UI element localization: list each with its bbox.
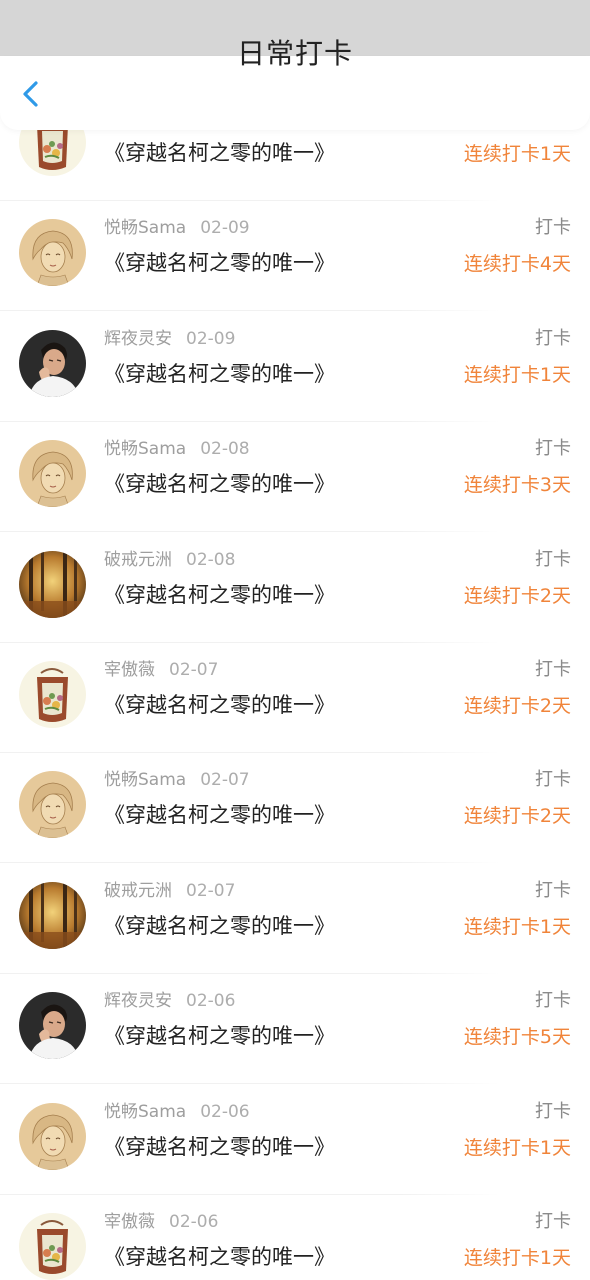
- streak-badge: 连续打卡4天: [463, 253, 571, 276]
- username[interactable]: 破戒元洲: [104, 881, 172, 901]
- avatar[interactable]: [19, 992, 86, 1060]
- checkin-date: 02-09: [186, 328, 236, 349]
- book-title[interactable]: 《穿越名柯之零的唯一》: [104, 138, 335, 168]
- entry-meta: 悦畅Sama 02-09: [104, 215, 250, 241]
- avatar[interactable]: [19, 440, 86, 508]
- book-title[interactable]: 《穿越名柯之零的唯一》: [104, 1132, 335, 1162]
- checkin-label: 打卡: [535, 659, 571, 680]
- streak-badge: 连续打卡3天: [463, 474, 571, 497]
- username[interactable]: 辉夜灵安: [104, 329, 172, 349]
- username[interactable]: 破戒元洲: [104, 550, 172, 570]
- entry-meta: 悦畅Sama 02-06: [104, 1099, 250, 1125]
- username[interactable]: 悦畅Sama: [104, 439, 186, 459]
- checkin-label: 打卡: [535, 1211, 571, 1232]
- entry-meta: 悦畅Sama 02-07: [104, 767, 250, 793]
- book-title[interactable]: 《穿越名柯之零的唯一》: [104, 359, 335, 389]
- username[interactable]: 悦畅Sama: [104, 1102, 186, 1122]
- avatar[interactable]: [19, 219, 86, 287]
- checkin-page: 日常打卡 宰傲薇02-07《穿越名柯之零的唯一》打卡连续打卡1天悦畅Sama02…: [0, 0, 590, 1280]
- streak-badge: 连续打卡1天: [463, 363, 571, 386]
- entry-meta: 宰傲薇 02-06: [104, 1209, 218, 1235]
- checkin-entry[interactable]: 辉夜灵安 02-06 《穿越名柯之零的唯一》 打卡连续打卡5天: [0, 974, 590, 1085]
- entry-meta: 辉夜灵安 02-09: [104, 326, 235, 352]
- checkin-date: 02-07: [200, 770, 250, 791]
- avatar[interactable]: [19, 550, 86, 618]
- avatar[interactable]: [19, 1102, 86, 1170]
- entry-meta: 辉夜灵安 02-06: [104, 988, 235, 1014]
- streak-badge: 连续打卡1天: [463, 915, 571, 938]
- book-title[interactable]: 《穿越名柯之零的唯一》: [104, 1021, 335, 1051]
- checkin-entry[interactable]: 悦畅Sama 02-06 《穿越名柯之零的唯一》 打卡连续打卡1天: [0, 1085, 590, 1195]
- checkin-label: 打卡: [535, 1100, 571, 1122]
- checkin-label: 打卡: [535, 548, 571, 570]
- navigation-header: 日常打卡: [0, 37, 590, 130]
- checkin-label: 打卡: [535, 879, 571, 901]
- book-title[interactable]: 《穿越名柯之零的唯一》: [104, 690, 335, 720]
- checkin-label: 打卡: [535, 438, 571, 460]
- checkin-date: 02-08: [200, 439, 250, 460]
- streak-badge: 连续打卡2天: [463, 805, 571, 828]
- checkin-date: 02-06: [200, 1101, 250, 1122]
- streak-badge: 连续打卡2天: [463, 584, 571, 607]
- checkin-entry[interactable]: 悦畅Sama 02-09 《穿越名柯之零的唯一》 打卡连续打卡4天: [0, 201, 590, 312]
- checkin-entry[interactable]: 辉夜灵安 02-09 《穿越名柯之零的唯一》 打卡连续打卡1天: [0, 312, 590, 422]
- username[interactable]: 宰傲薇: [104, 660, 155, 680]
- checkin-entry[interactable]: 悦畅Sama 02-07 《穿越名柯之零的唯一》 打卡连续打卡2天: [0, 753, 590, 864]
- book-title[interactable]: 《穿越名柯之零的唯一》: [104, 911, 335, 941]
- checkin-entry[interactable]: 宰傲薇 02-07 《穿越名柯之零的唯一》 打卡连续打卡2天: [0, 643, 590, 753]
- streak-badge: 连续打卡1天: [463, 1136, 571, 1159]
- streak-badge: 连续打卡2天: [463, 695, 571, 717]
- streak-badge: 连续打卡5天: [463, 1026, 571, 1049]
- checkin-label: 打卡: [535, 217, 571, 239]
- checkin-label: 打卡: [535, 327, 571, 349]
- streak-badge: 连续打卡1天: [463, 1247, 571, 1269]
- book-title[interactable]: 《穿越名柯之零的唯一》: [104, 1242, 335, 1272]
- avatar[interactable]: [19, 881, 86, 949]
- entry-meta: 破戒元洲 02-08: [104, 547, 235, 573]
- username[interactable]: 悦畅Sama: [104, 770, 186, 790]
- entry-meta: 悦畅Sama 02-08: [104, 436, 250, 462]
- checkin-entry[interactable]: 宰傲薇 02-06 《穿越名柯之零的唯一》 打卡连续打卡1天: [0, 1195, 590, 1280]
- checkin-date: 02-06: [169, 1212, 219, 1232]
- book-title[interactable]: 《穿越名柯之零的唯一》: [104, 580, 335, 610]
- streak-badge: 连续打卡1天: [463, 143, 571, 165]
- avatar[interactable]: [19, 661, 86, 728]
- avatar[interactable]: [19, 329, 86, 397]
- avatar[interactable]: [19, 1213, 86, 1280]
- book-title[interactable]: 《穿越名柯之零的唯一》: [104, 800, 335, 830]
- checkin-date: 02-09: [200, 218, 250, 239]
- entry-meta: 宰傲薇 02-07: [104, 657, 218, 683]
- checkin-entry[interactable]: 破戒元洲 02-07 《穿越名柯之零的唯一》 打卡连续打卡1天: [0, 864, 590, 974]
- checkin-entry[interactable]: 破戒元洲 02-08 《穿越名柯之零的唯一》 打卡连续打卡2天: [0, 533, 590, 643]
- book-title[interactable]: 《穿越名柯之零的唯一》: [104, 469, 335, 499]
- checkin-date: 02-07: [169, 660, 219, 680]
- page-title: 日常打卡: [236, 37, 353, 70]
- checkin-label: 打卡: [535, 769, 571, 791]
- checkin-label: 打卡: [535, 990, 571, 1012]
- entry-meta: 破戒元洲 02-07: [104, 878, 235, 904]
- checkin-date: 02-08: [186, 549, 236, 570]
- book-title[interactable]: 《穿越名柯之零的唯一》: [104, 248, 335, 278]
- checkin-date: 02-06: [186, 991, 236, 1012]
- checkin-entry[interactable]: 悦畅Sama 02-08 《穿越名柯之零的唯一》 打卡连续打卡3天: [0, 422, 590, 533]
- username[interactable]: 宰傲薇: [104, 1212, 155, 1232]
- avatar[interactable]: [19, 771, 86, 839]
- username[interactable]: 悦畅Sama: [104, 218, 186, 238]
- username[interactable]: 辉夜灵安: [104, 991, 172, 1011]
- checkin-date: 02-07: [186, 880, 236, 901]
